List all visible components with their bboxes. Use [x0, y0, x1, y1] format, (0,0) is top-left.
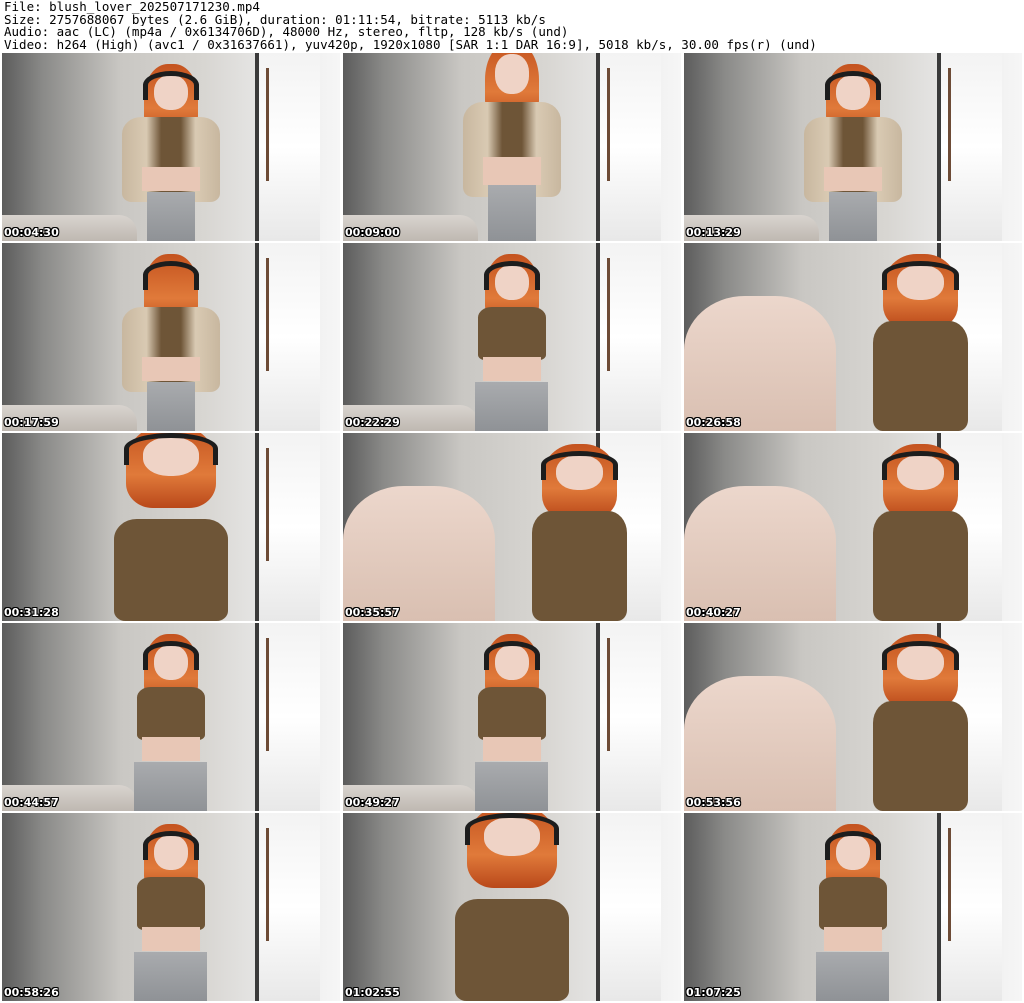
video-frame-thumbnail: 00:53:56: [684, 623, 1022, 811]
video-frame-thumbnail: 00:22:29: [343, 243, 681, 431]
person-figure: [836, 444, 1005, 621]
window-backdrop: [936, 53, 1002, 241]
wall-frame: [265, 68, 269, 181]
person-figure: [792, 64, 914, 241]
frame-timestamp: 00:13:29: [686, 226, 741, 239]
audio-info-line: Audio: aac (LC) (mp4a / 0x6134706D), 480…: [4, 26, 569, 40]
wall-frame: [947, 828, 951, 941]
wall-frame: [606, 68, 610, 181]
video-frame-thumbnail: 00:04:30: [2, 53, 340, 241]
frame-timestamp: 01:02:55: [345, 986, 400, 999]
frame-timestamp: 00:58:26: [4, 986, 59, 999]
frame-timestamp: 00:35:57: [345, 606, 400, 619]
thumbnail-grid: 00:04:30 00:09:00 00:13:29 00:17:59 00:2…: [2, 53, 1022, 1003]
person-figure: [70, 433, 273, 621]
video-frame-thumbnail: 00:17:59: [2, 243, 340, 431]
frame-timestamp: 00:40:27: [686, 606, 741, 619]
person-figure: [110, 824, 232, 1001]
frame-timestamp: 00:53:56: [686, 796, 741, 809]
window-backdrop: [595, 53, 661, 241]
wall-frame: [606, 258, 610, 371]
frame-timestamp: 00:49:27: [345, 796, 400, 809]
metadata-header: File: blush_lover_202507171230.mp4 Size:…: [4, 1, 1020, 51]
person-figure: [836, 634, 1005, 811]
frame-timestamp: 00:17:59: [4, 416, 59, 429]
person-figure: [110, 634, 232, 811]
window-backdrop: [254, 53, 320, 241]
wall-frame: [947, 68, 951, 181]
person-figure: [110, 64, 232, 241]
window-backdrop: [595, 243, 661, 431]
wall-frame: [606, 638, 610, 751]
video-frame-thumbnail: 00:26:58: [684, 243, 1022, 431]
video-frame-thumbnail: 00:44:57: [2, 623, 340, 811]
wall-frame: [265, 828, 269, 941]
frame-timestamp: 00:04:30: [4, 226, 59, 239]
window-backdrop: [936, 813, 1002, 1001]
person-figure: [451, 254, 573, 431]
person-figure: [495, 444, 664, 621]
window-backdrop: [595, 623, 661, 811]
video-frame-thumbnail: 00:35:57: [343, 433, 681, 621]
video-frame-thumbnail: 01:07:25: [684, 813, 1022, 1001]
video-frame-thumbnail: 00:13:29: [684, 53, 1022, 241]
frame-timestamp: 00:44:57: [4, 796, 59, 809]
window-backdrop: [254, 813, 320, 1001]
wall-frame: [265, 258, 269, 371]
person-figure: [451, 634, 573, 811]
video-frame-thumbnail: 00:58:26: [2, 813, 340, 1001]
video-info-line: Video: h264 (High) (avc1 / 0x31637661), …: [4, 39, 817, 52]
video-frame-thumbnail: 01:02:55: [343, 813, 681, 1001]
wall-frame: [265, 638, 269, 751]
video-frame-thumbnail: 00:49:27: [343, 623, 681, 811]
person-figure: [792, 824, 914, 1001]
frame-timestamp: 00:31:28: [4, 606, 59, 619]
window-backdrop: [254, 243, 320, 431]
frame-timestamp: 00:26:58: [686, 416, 741, 429]
frame-timestamp: 01:07:25: [686, 986, 741, 999]
window-backdrop: [254, 623, 320, 811]
video-frame-thumbnail: 00:31:28: [2, 433, 340, 621]
legs-foreground: [684, 675, 837, 811]
person-figure: [836, 254, 1005, 431]
person-figure: [110, 254, 232, 431]
video-frame-thumbnail: 00:09:00: [343, 53, 681, 241]
person-figure: [411, 813, 614, 1001]
person-figure: [451, 53, 573, 241]
legs-foreground: [343, 485, 496, 621]
file-size-line: Size: 2757688067 bytes (2.6 GiB), durati…: [4, 13, 546, 27]
file-name-line: File: blush_lover_202507171230.mp4: [4, 1, 260, 14]
legs-foreground: [684, 485, 837, 621]
video-frame-thumbnail: 00:40:27: [684, 433, 1022, 621]
frame-timestamp: 00:09:00: [345, 226, 400, 239]
legs-foreground: [684, 295, 837, 431]
frame-timestamp: 00:22:29: [345, 416, 400, 429]
